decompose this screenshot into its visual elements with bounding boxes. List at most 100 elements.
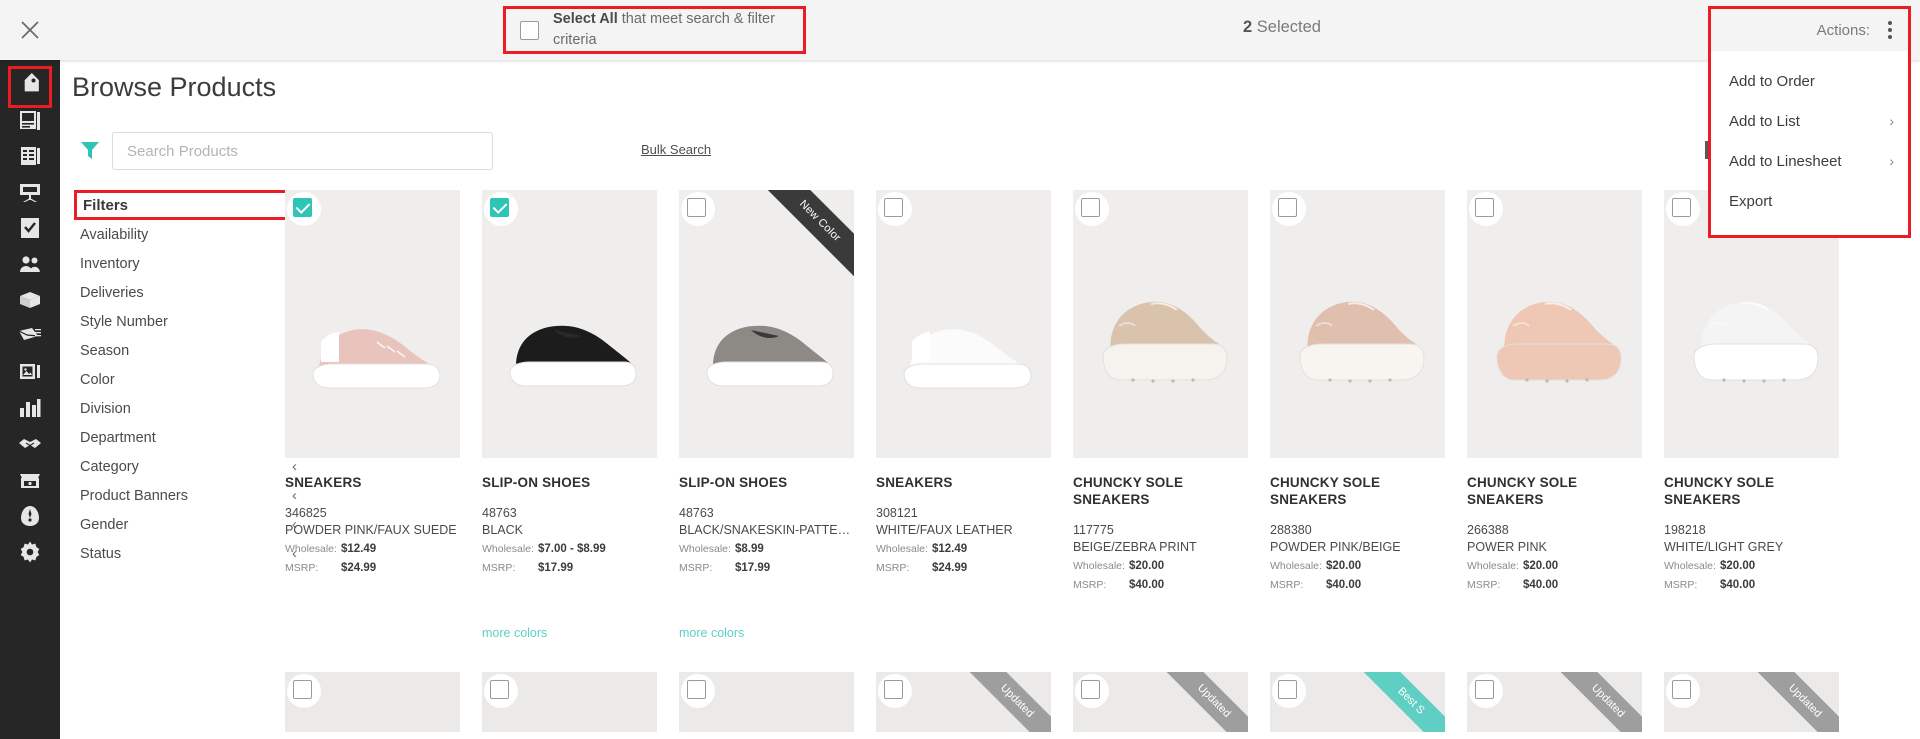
product-thumbnail[interactable]: Best S <box>1270 671 1445 732</box>
kebab-menu-icon[interactable] <box>1884 19 1896 41</box>
filter-item-status[interactable]: Status ‹ <box>80 539 297 568</box>
product-card-next-row[interactable] <box>679 671 876 732</box>
filter-item-style-number[interactable]: Style Number ‹ <box>80 307 297 336</box>
product-thumbnail[interactable] <box>1073 190 1248 458</box>
product-card[interactable]: CHUNCKY SOLE SNEAKERS 288380 POWDER PINK… <box>1270 190 1467 659</box>
product-select-checkbox[interactable] <box>1475 679 1494 699</box>
search-input[interactable] <box>112 132 493 170</box>
product-color: POWER PINK <box>1467 539 1547 554</box>
product-select-checkbox[interactable] <box>1278 198 1297 217</box>
product-thumbnail[interactable]: Updated <box>1073 671 1248 732</box>
sidebar-item-shipments[interactable] <box>0 282 60 318</box>
product-thumbnail[interactable] <box>482 671 657 732</box>
product-card-next-row[interactable] <box>482 671 679 732</box>
close-button[interactable] <box>0 0 60 60</box>
sidebar-item-catalogs[interactable] <box>0 102 60 138</box>
product-select-checkbox[interactable] <box>1672 198 1691 217</box>
product-card[interactable]: SLIP-ON SHOES 48763 BLACK Wholesale: $7.… <box>482 190 679 659</box>
product-select-checkbox[interactable] <box>293 198 312 217</box>
product-select-checkbox[interactable] <box>293 679 312 699</box>
product-thumbnail[interactable] <box>876 190 1051 458</box>
product-card-next-row[interactable]: Updated <box>1073 671 1270 732</box>
sidebar-item-partners[interactable] <box>0 426 60 462</box>
filter-item-category[interactable]: Category ‹ <box>80 452 297 481</box>
filter-item-product-banners[interactable]: Product Banners ‹ <box>80 481 297 510</box>
sidebar-item-fit[interactable] <box>0 498 60 534</box>
filter-item-deliveries[interactable]: Deliveries ‹ <box>80 278 297 307</box>
product-thumbnail[interactable] <box>482 190 657 458</box>
sidebar-item-presentations[interactable] <box>0 174 60 210</box>
sidebar-item-settings[interactable] <box>0 534 60 570</box>
menu-item-label: Add to Linesheet <box>1729 152 1842 170</box>
product-image <box>876 190 1051 458</box>
product-card-next-row[interactable]: Updated <box>876 671 1073 732</box>
select-all-checkbox[interactable] <box>520 20 539 40</box>
product-select-checkbox[interactable] <box>490 679 509 699</box>
product-select-checkbox[interactable] <box>1081 198 1100 217</box>
filters-heading-region: Filters <box>74 190 307 220</box>
more-colors-link[interactable]: more colors <box>482 626 679 640</box>
bulk-search-link[interactable]: Bulk Search <box>641 142 711 157</box>
product-card[interactable]: New Color SLIP-ON SHOES 48763 BLACK/SNAK… <box>679 190 876 659</box>
product-select-checkbox[interactable] <box>1278 679 1297 699</box>
sidebar-item-contacts[interactable] <box>0 246 60 282</box>
actions-header[interactable]: Actions: <box>1711 9 1908 51</box>
product-card[interactable]: SNEAKERS 346825 POWDER PINK/FAUX SUEDE W… <box>285 190 482 659</box>
product-card-next-row[interactable]: Updated <box>1467 671 1664 732</box>
product-thumbnail[interactable] <box>285 671 460 732</box>
product-thumbnail[interactable]: Updated <box>1467 671 1642 732</box>
sidebar-item-products[interactable] <box>0 66 60 102</box>
product-sku: 117775 <box>1073 522 1114 537</box>
product-card-next-row[interactable]: Updated <box>1664 671 1861 732</box>
filter-item-inventory[interactable]: Inventory ‹ <box>80 249 297 278</box>
product-card[interactable]: SNEAKERS 308121 WHITE/FAUX LEATHER Whole… <box>876 190 1073 659</box>
filter-label: Status <box>80 545 122 562</box>
filter-item-availability[interactable]: Availability ‹ <box>80 220 297 249</box>
select-all-region[interactable]: Select All that meet search & filter cri… <box>503 6 806 54</box>
menu-item-label: Export <box>1729 192 1773 210</box>
product-card[interactable]: CHUNCKY SOLE SNEAKERS 266388 POWER PINK … <box>1467 190 1664 659</box>
product-sku: 266388 <box>1467 522 1509 537</box>
menu-item-export[interactable]: Export <box>1711 181 1908 221</box>
filter-funnel-icon[interactable] <box>80 140 100 165</box>
filter-item-gender[interactable]: Gender ‹ <box>80 510 297 539</box>
product-card[interactable]: CHUNCKY SOLE SNEAKERS 117775 BEIGE/ZEBRA… <box>1073 190 1270 659</box>
product-select-checkbox[interactable] <box>884 679 903 699</box>
product-thumbnail[interactable] <box>1467 190 1642 458</box>
product-select-checkbox[interactable] <box>687 679 706 699</box>
filter-item-division[interactable]: Division ‹ <box>80 394 297 423</box>
sidebar-item-messages[interactable] <box>0 318 60 354</box>
product-select-checkbox[interactable] <box>687 198 706 217</box>
filter-item-season[interactable]: Season ‹ <box>80 336 297 365</box>
product-thumbnail[interactable]: New Color <box>679 190 854 458</box>
product-select-checkbox[interactable] <box>1475 198 1494 217</box>
sidebar-item-orders[interactable] <box>0 210 60 246</box>
sidebar-item-reports[interactable] <box>0 390 60 426</box>
product-card[interactable]: CHUNCKY SOLE SNEAKERS 198218 WHITE/LIGHT… <box>1664 190 1861 659</box>
product-select-checkbox[interactable] <box>490 198 509 217</box>
more-colors-link[interactable]: more colors <box>679 626 876 640</box>
filter-item-department[interactable]: Department ‹ <box>80 423 297 452</box>
product-badge: Best S <box>1345 671 1445 732</box>
sidebar-item-linesheets[interactable] <box>0 138 60 174</box>
sidebar-item-showroom[interactable] <box>0 462 60 498</box>
product-thumbnail[interactable]: Updated <box>1664 671 1839 732</box>
chevron-right-icon: › <box>1889 153 1894 169</box>
sidebar-item-media[interactable] <box>0 354 60 390</box>
product-thumbnail[interactable] <box>285 190 460 458</box>
product-msrp-price: MSRP: $40.00 <box>1270 579 1467 591</box>
product-select-checkbox[interactable] <box>1672 679 1691 699</box>
product-thumbnail[interactable] <box>679 671 854 732</box>
product-select-checkbox[interactable] <box>884 198 903 217</box>
product-thumbnail[interactable]: Updated <box>876 671 1051 732</box>
product-card-next-row[interactable] <box>285 671 482 732</box>
menu-item-add-to-order[interactable]: Add to Order <box>1711 61 1908 101</box>
product-thumbnail[interactable] <box>1270 190 1445 458</box>
menu-item-add-to-list[interactable]: Add to List › <box>1711 101 1908 141</box>
filter-item-color[interactable]: Color ‹ <box>80 365 297 394</box>
product-color: BLACK/SNAKESKIN-PATTER... <box>679 522 851 537</box>
product-card-next-row[interactable]: Best S <box>1270 671 1467 732</box>
wholesale-label: Wholesale: <box>679 542 731 555</box>
menu-item-add-to-linesheet[interactable]: Add to Linesheet › <box>1711 141 1908 181</box>
product-select-checkbox[interactable] <box>1081 679 1100 699</box>
